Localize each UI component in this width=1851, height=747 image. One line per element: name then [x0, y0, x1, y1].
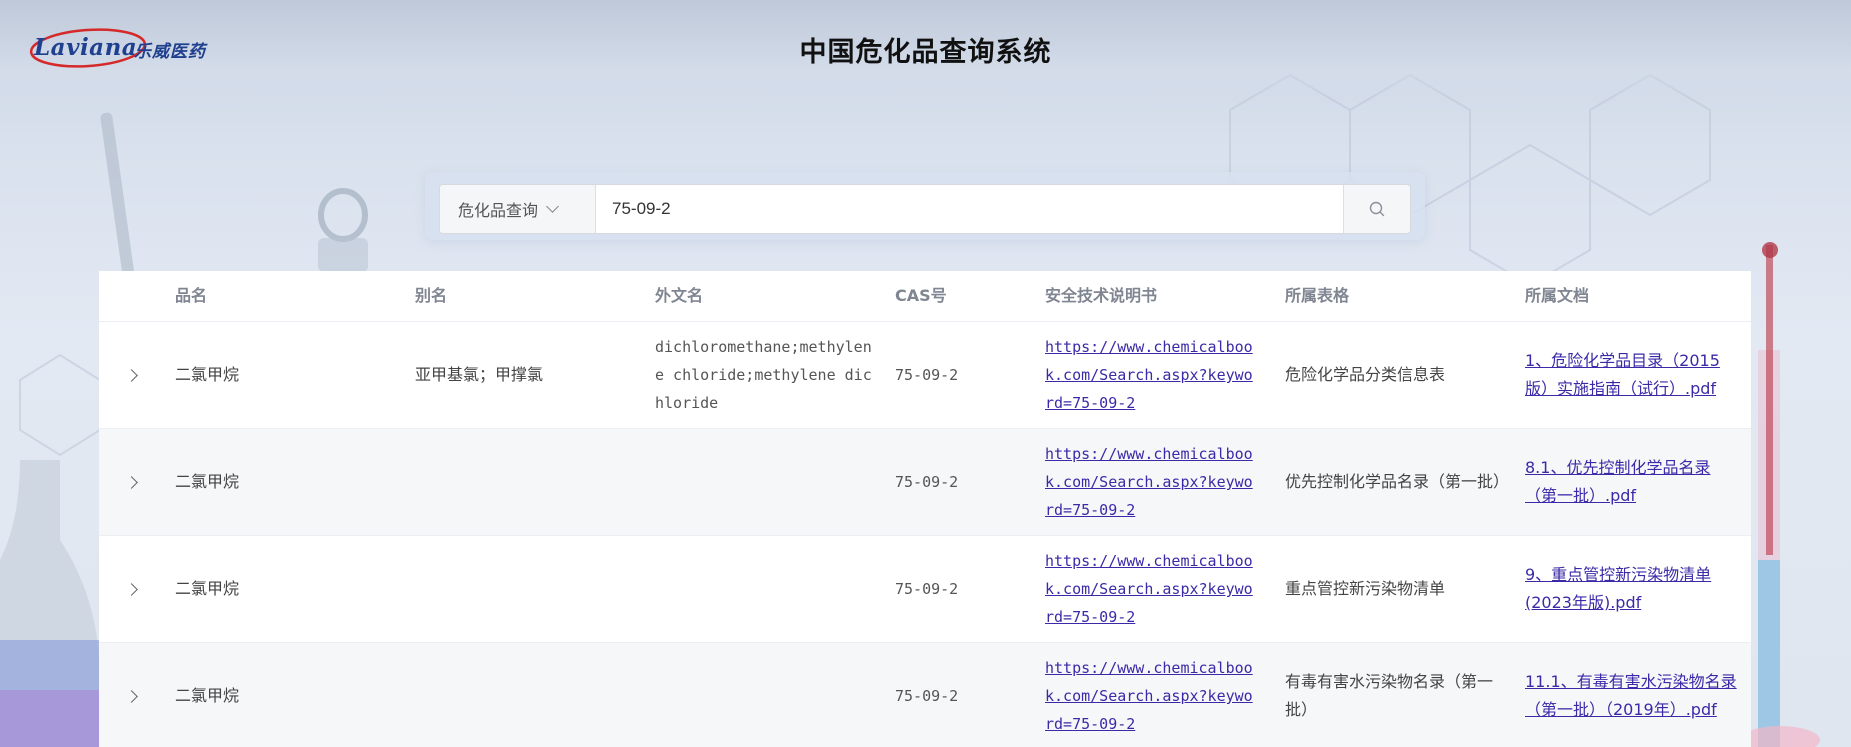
cell-foreign-name: dichloromethane;methylene chloride;methy… — [655, 338, 872, 412]
column-header-document[interactable]: 所属文档 — [1525, 271, 1589, 321]
msds-link[interactable]: https://www.chemicalbook.com/Search.aspx… — [1045, 440, 1259, 524]
column-header-msds[interactable]: 安全技术说明书 — [1045, 271, 1157, 321]
column-header-alias[interactable]: 别名 — [415, 271, 447, 321]
cell-cas: 75-09-2 — [895, 366, 959, 384]
column-header-table[interactable]: 所属表格 — [1285, 271, 1349, 321]
table-row[interactable]: 二氯甲烷 75-09-2 https://www.chemicalbook.co… — [99, 643, 1751, 747]
document-link[interactable]: 8.1、优先控制化学品名录（第一批）.pdf — [1525, 454, 1739, 510]
cell-foreign-name — [655, 643, 873, 747]
column-header-cas[interactable]: CAS号 — [895, 271, 947, 321]
document-link[interactable]: 9、重点管控新污染物清单(2023年版).pdf — [1525, 561, 1739, 617]
search-box: 危化品查询 — [439, 184, 1411, 234]
cell-name: 二氯甲烷 — [175, 472, 240, 491]
cell-table-name: 危险化学品分类信息表 — [1285, 365, 1446, 384]
msds-link[interactable]: https://www.chemicalbook.com/Search.aspx… — [1045, 654, 1259, 738]
cell-name: 二氯甲烷 — [175, 579, 240, 598]
search-input[interactable] — [610, 185, 1264, 233]
cell-table-name: 优先控制化学品名录（第一批） — [1285, 472, 1510, 491]
table-header: 品名 别名 外文名 CAS号 安全技术说明书 所属表格 所属文档 — [99, 271, 1751, 322]
cell-name: 二氯甲烷 — [175, 686, 240, 705]
chevron-right-icon[interactable] — [125, 476, 138, 489]
cell-alias — [415, 643, 635, 747]
page-title: 中国危化品查询系统 — [799, 37, 1052, 68]
column-header-foreign-name[interactable]: 外文名 — [655, 271, 703, 321]
cell-alias — [415, 429, 635, 535]
search-button[interactable] — [1343, 185, 1410, 233]
table-row[interactable]: 二氯甲烷 75-09-2 https://www.chemicalbook.co… — [99, 429, 1751, 536]
document-link[interactable]: 11.1、有毒有害水污染物名录（第一批）（2019年）.pdf — [1525, 668, 1739, 724]
cell-table-name: 有毒有害水污染物名录（第一批） — [1285, 672, 1494, 719]
cell-name: 二氯甲烷 — [175, 365, 240, 384]
document-link[interactable]: 1、危险化学品目录（2015版）实施指南（试行）.pdf — [1525, 347, 1739, 403]
search-icon — [1369, 201, 1385, 217]
chevron-down-icon — [546, 200, 559, 213]
search-category-select[interactable]: 危化品查询 — [440, 185, 596, 233]
msds-link[interactable]: https://www.chemicalbook.com/Search.aspx… — [1045, 547, 1259, 631]
cell-alias — [415, 536, 635, 642]
chevron-right-icon[interactable] — [125, 369, 138, 382]
cell-foreign-name — [655, 429, 873, 535]
cell-foreign-name — [655, 536, 873, 642]
table-row[interactable]: 二氯甲烷 75-09-2 https://www.chemicalbook.co… — [99, 536, 1751, 643]
search-category-label: 危化品查询 — [458, 201, 539, 220]
column-header-name[interactable]: 品名 — [175, 271, 207, 321]
cell-cas: 75-09-2 — [895, 687, 959, 705]
msds-link[interactable]: https://www.chemicalbook.com/Search.aspx… — [1045, 333, 1259, 417]
search-panel: 危化品查询 — [425, 172, 1425, 240]
cell-table-name: 重点管控新污染物清单 — [1285, 579, 1446, 598]
chevron-right-icon[interactable] — [125, 583, 138, 596]
results-table: 品名 别名 外文名 CAS号 安全技术说明书 所属表格 所属文档 二氯甲烷 亚甲… — [99, 271, 1751, 747]
cell-cas: 75-09-2 — [895, 580, 959, 598]
table-row[interactable]: 二氯甲烷 亚甲基氯；甲撑氯 dichloromethane;methylene … — [99, 322, 1751, 429]
cell-alias: 亚甲基氯；甲撑氯 — [415, 365, 544, 384]
cell-cas: 75-09-2 — [895, 473, 959, 491]
chevron-right-icon[interactable] — [125, 690, 138, 703]
